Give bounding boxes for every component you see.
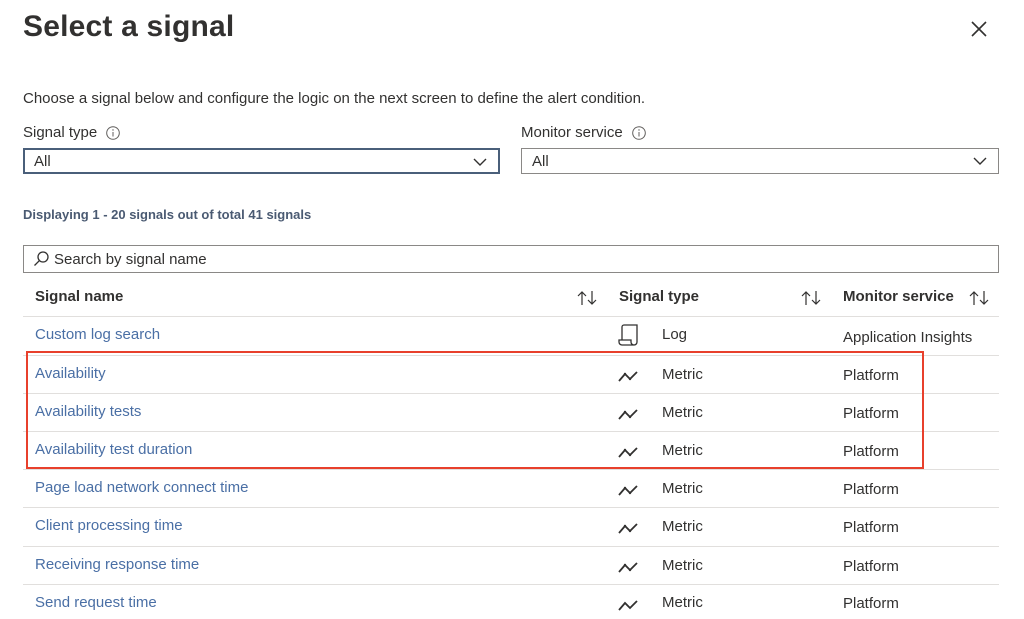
page-title: Select a signal — [23, 10, 235, 43]
row-divider — [23, 393, 999, 394]
signal-name-link[interactable]: Availability — [35, 365, 106, 382]
monitor-service-value: All — [532, 152, 549, 170]
monitor-service-cell: Platform — [843, 558, 899, 575]
metric-line-icon — [616, 364, 642, 390]
monitor-service-label-text: Monitor service — [521, 124, 623, 141]
metric-line-icon — [616, 555, 642, 581]
info-icon[interactable] — [106, 125, 121, 140]
signal-type-cell: Metric — [662, 480, 703, 497]
signal-type-cell: Metric — [662, 557, 703, 574]
sort-icon[interactable] — [576, 289, 598, 307]
signal-name-link[interactable]: Custom log search — [35, 326, 160, 343]
dialog-description: Choose a signal below and configure the … — [23, 90, 646, 107]
metric-line-icon — [616, 440, 642, 466]
chevron-down-icon — [972, 153, 988, 169]
row-divider — [23, 431, 999, 432]
signal-type-dropdown[interactable]: All — [23, 148, 500, 174]
row-divider — [23, 355, 999, 356]
row-divider — [23, 546, 999, 547]
info-icon[interactable] — [631, 125, 646, 140]
monitor-service-cell: Platform — [843, 405, 899, 422]
search-icon — [32, 250, 50, 268]
column-header-signal-name[interactable]: Signal name — [35, 288, 123, 305]
select-signal-panel: Select a signal Choose a signal below an… — [0, 0, 1024, 612]
header-divider — [23, 316, 999, 317]
results-summary: Displaying 1 - 20 signals out of total 4… — [23, 207, 312, 222]
sort-icon[interactable] — [968, 289, 990, 307]
close-button[interactable] — [966, 16, 992, 42]
signal-name-link[interactable]: Availability tests — [35, 403, 141, 420]
column-header-monitor-service[interactable]: Monitor service — [843, 288, 954, 305]
chevron-down-icon — [472, 154, 488, 170]
monitor-service-cell: Platform — [843, 443, 899, 460]
sort-icon[interactable] — [800, 289, 822, 307]
log-scroll-icon — [616, 322, 642, 348]
row-divider — [23, 584, 999, 585]
monitor-service-dropdown[interactable]: All — [521, 148, 999, 174]
monitor-service-cell: Platform — [843, 519, 899, 536]
signal-type-label-text: Signal type — [23, 124, 98, 141]
metric-line-icon — [616, 516, 642, 542]
search-box[interactable] — [23, 245, 999, 273]
signal-type-value: All — [34, 152, 51, 170]
row-divider — [23, 507, 999, 508]
signal-name-link[interactable]: Client processing time — [35, 517, 183, 534]
column-header-signal-type[interactable]: Signal type — [619, 288, 699, 305]
signal-type-cell: Metric — [662, 404, 703, 421]
monitor-service-label: Monitor service — [521, 124, 646, 141]
search-input[interactable] — [54, 250, 954, 268]
signal-type-cell: Metric — [662, 442, 703, 459]
metric-line-icon — [616, 402, 642, 428]
close-icon — [971, 21, 987, 37]
monitor-service-cell: Application Insights — [843, 329, 973, 346]
signal-type-cell: Metric — [662, 518, 703, 535]
signal-type-cell: Log — [662, 326, 688, 343]
row-divider — [23, 469, 999, 470]
signal-name-link[interactable]: Page load network connect time — [35, 479, 248, 496]
signal-type-label: Signal type — [23, 124, 121, 141]
signal-type-cell: Metric — [662, 594, 703, 611]
signal-name-link[interactable]: Availability test duration — [35, 441, 192, 458]
metric-line-icon — [616, 478, 642, 504]
monitor-service-cell: Platform — [843, 367, 899, 384]
metric-line-icon — [616, 593, 642, 619]
monitor-service-cell: Platform — [843, 481, 899, 498]
signal-type-cell: Metric — [662, 366, 703, 383]
monitor-service-cell: Platform — [843, 595, 899, 612]
signal-name-link[interactable]: Receiving response time — [35, 556, 199, 573]
signal-name-link[interactable]: Send request time — [35, 594, 157, 611]
